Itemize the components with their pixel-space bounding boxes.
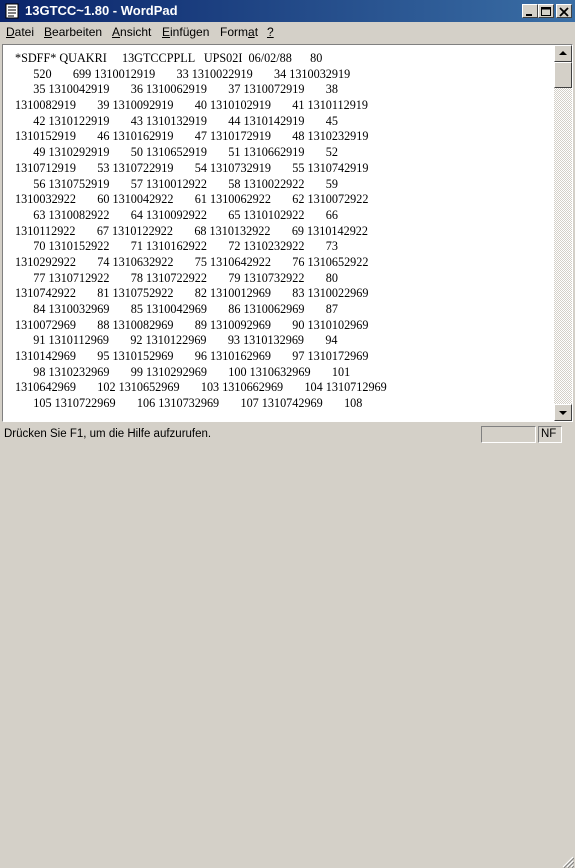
menu-view-key: A	[112, 25, 121, 39]
document-line[interactable]: 70 1310152922 71 1310162922 72 131023292…	[15, 239, 545, 255]
menu-view[interactable]: Ansicht	[112, 25, 151, 39]
document-line[interactable]: *SDFF* QUAKRI 13GTCCPPLL UPS02I 06/02/88…	[15, 51, 545, 67]
scroll-thumb[interactable]	[554, 62, 572, 88]
menu-format-key: a	[248, 25, 255, 39]
menu-help[interactable]: ?	[267, 25, 274, 39]
arrow-down-icon	[559, 411, 567, 415]
maximize-icon	[541, 7, 551, 16]
menu-format[interactable]: Format	[220, 25, 258, 39]
close-button[interactable]	[556, 4, 572, 18]
document-area[interactable]: *SDFF* QUAKRI 13GTCCPPLL UPS02I 06/02/88…	[2, 44, 573, 422]
document-line[interactable]: 35 1310042919 36 1310062919 37 131007291…	[15, 82, 545, 98]
maximize-button[interactable]	[538, 4, 554, 18]
status-indicator-nf: NF	[541, 428, 557, 440]
document-line[interactable]: 77 1310712922 78 1310722922 79 131073292…	[15, 271, 545, 287]
document-line[interactable]: 1310142969 95 1310152969 96 1310162969 9…	[15, 349, 545, 365]
scroll-down-button[interactable]	[554, 404, 572, 421]
document-line[interactable]: 56 1310752919 57 1310012922 58 131002292…	[15, 177, 545, 193]
resize-grip-icon[interactable]	[562, 856, 574, 868]
menu-format-label-a: Form	[220, 25, 248, 39]
document-line[interactable]: 1310072969 88 1310082969 89 1310092969 9…	[15, 318, 545, 334]
document-line[interactable]: 1310152919 46 1310162919 47 1310172919 4…	[15, 129, 545, 145]
document-line[interactable]: 49 1310292919 50 1310652919 51 131066291…	[15, 145, 545, 161]
wordpad-document-icon[interactable]	[4, 3, 20, 19]
scroll-up-button[interactable]	[554, 45, 572, 62]
status-bar: Drücken Sie F1, um die Hilfe aufzurufen.…	[0, 424, 575, 868]
document-line[interactable]: 105 1310722969 106 1310732969 107 131074…	[15, 396, 545, 412]
menu-file-label: atei	[14, 25, 35, 39]
document-line[interactable]: 1310112922 67 1310122922 68 1310132922 6…	[15, 224, 545, 240]
arrow-up-icon	[559, 51, 567, 55]
menu-file[interactable]: Datei	[6, 25, 34, 39]
document-line[interactable]: 42 1310122919 43 1310132919 44 131014291…	[15, 114, 545, 130]
minimize-button[interactable]	[522, 4, 538, 18]
wordpad-window: 13GTCC~1.80 - WordPad Datei Bearbeiten A…	[0, 0, 575, 868]
document-line[interactable]: 98 1310232969 99 1310292969 100 13106329…	[15, 365, 545, 381]
menu-file-key: D	[6, 25, 15, 39]
vertical-scrollbar[interactable]	[554, 45, 572, 421]
minimize-icon	[526, 14, 532, 16]
document-line[interactable]: 63 1310082922 64 1310092922 65 131010292…	[15, 208, 545, 224]
document-line[interactable]: 520 699 1310012919 33 1310022919 34 1310…	[15, 67, 545, 83]
document-line[interactable]: 91 1310112969 92 1310122969 93 131013296…	[15, 333, 545, 349]
document-line[interactable]: 84 1310032969 85 1310042969 86 131006296…	[15, 302, 545, 318]
document-line[interactable]: 1310742922 81 1310752922 82 1310012969 8…	[15, 286, 545, 302]
menu-insert-label: infügen	[170, 25, 210, 39]
status-panel	[481, 426, 536, 443]
menu-edit-label: earbeiten	[52, 25, 103, 39]
menu-insert[interactable]: Einfügen	[162, 25, 209, 39]
window-title: 13GTCC~1.80 - WordPad	[25, 3, 178, 18]
title-bar[interactable]: 13GTCC~1.80 - WordPad	[0, 0, 575, 22]
menu-format-label-b: t	[254, 25, 259, 39]
document-text[interactable]: *SDFF* QUAKRI 13GTCCPPLL UPS02I 06/02/88…	[15, 51, 545, 412]
menu-view-label: nsicht	[120, 25, 152, 39]
menu-edit[interactable]: Bearbeiten	[44, 25, 102, 39]
document-line[interactable]: 1310642969 102 1310652969 103 1310662969…	[15, 380, 545, 396]
document-line[interactable]: 1310292922 74 1310632922 75 1310642922 7…	[15, 255, 545, 271]
menu-edit-key: B	[44, 25, 53, 39]
menu-help-key: ?	[267, 25, 274, 39]
menu-bar: Datei Bearbeiten Ansicht Einfügen Format…	[0, 22, 575, 42]
menu-insert-key: E	[162, 25, 171, 39]
document-line[interactable]: 1310712919 53 1310722919 54 1310732919 5…	[15, 161, 545, 177]
document-line[interactable]: 1310032922 60 1310042922 61 1310062922 6…	[15, 192, 545, 208]
status-help-text: Drücken Sie F1, um die Hilfe aufzurufen.	[4, 428, 212, 440]
document-line[interactable]: 1310082919 39 1310092919 40 1310102919 4…	[15, 98, 545, 114]
close-icon	[559, 7, 569, 17]
